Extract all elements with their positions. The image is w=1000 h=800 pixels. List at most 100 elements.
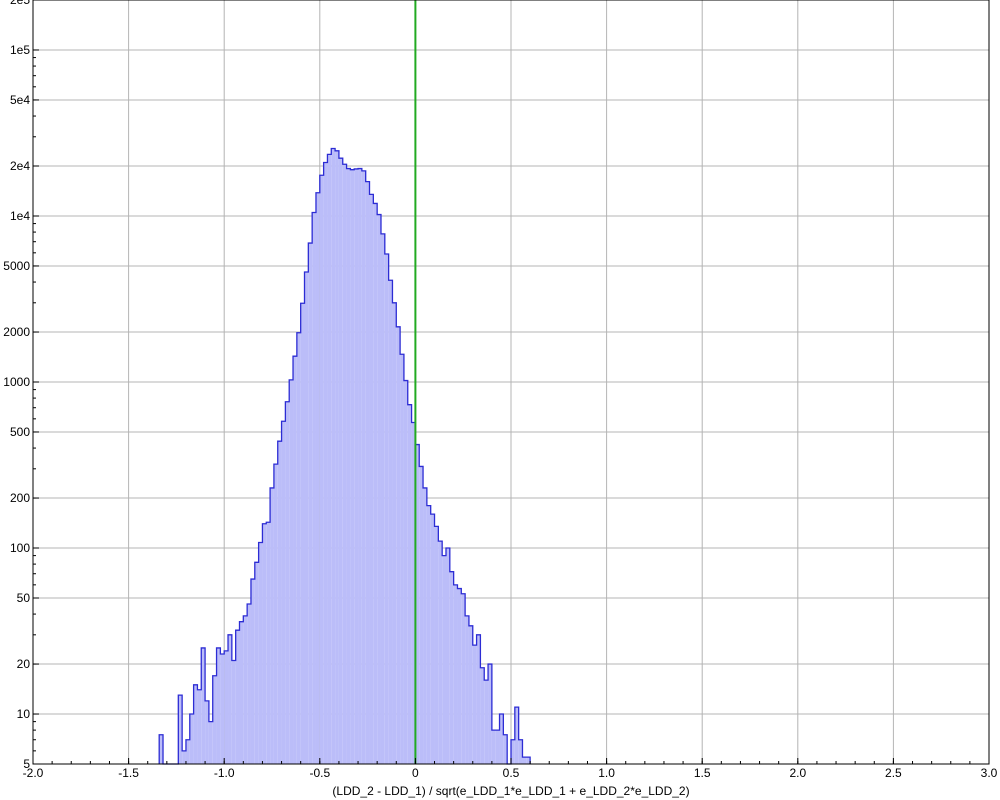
y-tick-label: 2e4 (10, 159, 30, 173)
histogram-bar (247, 603, 251, 764)
histogram-bar (308, 243, 313, 764)
x-tick-label: -1.5 (118, 766, 139, 780)
x-tick-label: 0 (412, 766, 419, 780)
y-tick-label: 5e4 (10, 93, 30, 107)
histogram-bar (254, 562, 259, 764)
histogram-bar (281, 421, 286, 764)
histogram-bar (296, 332, 301, 764)
histogram-bar (361, 170, 366, 764)
histogram-bar (289, 379, 294, 764)
y-tick-label: 10 (17, 707, 31, 721)
x-axis-title: (LDD_2 - LDD_1) / sqrt(e_LDD_1*e_LDD_1 +… (332, 784, 689, 798)
x-tick-label: 1.0 (598, 766, 615, 780)
y-tick-label: 5000 (3, 259, 30, 273)
histogram-bar (358, 168, 362, 764)
histogram-bar (239, 621, 244, 764)
histogram-bar (293, 356, 297, 764)
y-tick-label: 20 (17, 657, 31, 671)
histogram-bar (369, 194, 374, 764)
histogram-bar (197, 689, 202, 764)
histogram-bar (373, 203, 378, 765)
histogram-bar (495, 730, 500, 764)
histogram-bar (377, 214, 381, 765)
histogram-bar (354, 168, 359, 764)
x-tick-label: 2.5 (885, 766, 902, 780)
histogram-bar (277, 441, 282, 764)
histogram-bar (220, 653, 225, 764)
histogram-bar (327, 154, 332, 764)
histogram-bar (480, 667, 485, 764)
histogram-bar (273, 464, 278, 764)
y-tick-label: 1e4 (10, 209, 30, 223)
histogram-bar (438, 541, 443, 764)
histogram-bar (304, 271, 309, 764)
y-tick-label: 1000 (3, 375, 30, 389)
y-tick-label: 2000 (3, 325, 30, 339)
histogram-bar (315, 192, 320, 765)
histogram-bar (380, 233, 385, 764)
y-tick-label: 200 (10, 491, 30, 505)
histogram-bar (342, 164, 347, 765)
histogram-bar (468, 625, 473, 764)
y-tick-label: 50 (17, 591, 31, 605)
y-tick-label: 1e5 (10, 43, 30, 57)
histogram-bar (430, 514, 435, 764)
histogram-bar (403, 380, 408, 764)
histogram-bar (365, 181, 370, 765)
x-tick-label: 2.0 (789, 766, 806, 780)
histogram-bar (465, 615, 469, 764)
x-tick-label: -0.5 (309, 766, 330, 780)
histogram-bar (319, 175, 324, 764)
histogram-bar (453, 584, 458, 764)
histogram-bar (472, 645, 477, 764)
x-tick-label: 3.0 (981, 766, 998, 780)
histogram-bar (312, 212, 316, 764)
histogram-bar (484, 680, 489, 764)
histogram-bar (445, 548, 450, 764)
x-tick-label: -1.0 (214, 766, 235, 780)
histogram-bar (346, 168, 351, 764)
histogram-bar (224, 650, 229, 764)
histogram-bar (522, 757, 527, 764)
x-tick-label: -2.0 (23, 766, 44, 780)
histogram-bar (323, 162, 328, 764)
histogram-bar (388, 280, 393, 764)
histogram-bar (419, 466, 424, 764)
histogram-bar (258, 542, 263, 764)
histogram-bar (400, 354, 404, 764)
histogram-bar (423, 487, 427, 764)
histogram-bar (300, 303, 305, 764)
x-tick-label: 0.5 (503, 766, 520, 780)
histogram-bar (392, 302, 397, 764)
histogram-bar (434, 526, 439, 764)
histogram-bar (457, 588, 462, 764)
y-tick-labels: 51020501002005001000200050001e42e45e41e5… (3, 0, 30, 771)
histogram-bar (461, 593, 466, 764)
histogram-bar (396, 326, 401, 764)
histogram-bar (338, 158, 343, 765)
histogram-bar (208, 721, 213, 764)
histogram-bar (442, 555, 446, 764)
histogram-bar (285, 401, 290, 764)
histogram-bar (262, 523, 267, 764)
x-tick-label: 1.5 (694, 766, 711, 780)
x-tick-labels: -2.0 -1.5 -1.0 -0.5 0 0.5 1.0 1.5 2.0 2.5 3.0 (23, 766, 998, 780)
histogram-bar (335, 150, 339, 764)
y-tick-label: 100 (10, 541, 30, 555)
histogram-bar (426, 505, 431, 764)
histogram-bar (243, 615, 248, 764)
y-tick-label: 2e5 (10, 0, 30, 7)
histogram-bar (182, 750, 186, 764)
histogram-bar (250, 579, 255, 764)
histogram-bar (384, 254, 389, 764)
histogram-bar (270, 487, 274, 764)
histogram-bar (331, 148, 336, 765)
histogram-chart: 51020501002005001000200050001e42e45e41e5… (3, 0, 998, 798)
y-tick-label: 500 (10, 425, 30, 439)
histogram-bar (407, 404, 412, 764)
histogram-bar (491, 730, 496, 764)
histogram-bar (231, 660, 236, 764)
histogram-bar (350, 169, 355, 765)
histogram-bar (449, 571, 454, 764)
histogram-bar (266, 522, 271, 764)
